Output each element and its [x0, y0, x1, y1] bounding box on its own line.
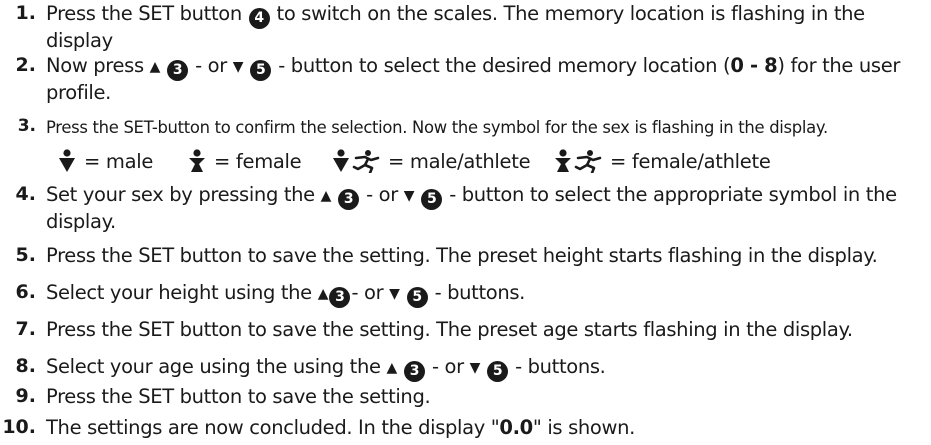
button-number-badge: 3	[329, 287, 351, 308]
down-arrow-icon: ▼	[232, 59, 244, 75]
legend-label: = male/athlete	[388, 150, 531, 173]
male-icon	[59, 149, 75, 172]
step-text: Press the SET button to save the setting…	[46, 385, 926, 408]
up-arrow-icon: ▲	[386, 360, 398, 376]
text-run: Press the SET button to save the setting…	[46, 318, 853, 341]
text-run	[397, 355, 403, 378]
text-run: - or	[360, 183, 404, 206]
button-number-badge: 5	[250, 60, 272, 81]
step-number: 10.	[2, 416, 36, 438]
step-number: 5.	[15, 244, 36, 266]
legend-item-female: = female	[188, 149, 302, 173]
legend-label: = male	[84, 150, 154, 173]
step-number: 7.	[15, 318, 36, 340]
down-arrow-icon: ▼	[389, 286, 400, 302]
text-run: The settings are now concluded. In the d…	[46, 416, 500, 439]
text-run: Select your height using the	[46, 281, 318, 304]
step-number: 8.	[15, 355, 36, 377]
text-run: - or	[351, 281, 390, 304]
step-number: 4.	[15, 183, 36, 205]
step-number: 3.	[17, 116, 36, 136]
step-text: Press the SET button to save the setting…	[46, 244, 926, 267]
step-text: Now press ▲ 3 - or ▼ 5 - button to selec…	[46, 54, 926, 104]
text-run: - buttons.	[428, 281, 526, 304]
legend-item-male-athlete: = male/athlete	[332, 149, 531, 175]
legend-item-female-athlete: = female/athlete	[554, 149, 771, 175]
text-run: Press the SET button to save the setting…	[46, 244, 878, 267]
down-arrow-icon: ▼	[469, 360, 481, 376]
button-number-badge: 3	[338, 189, 360, 210]
step-number: 1.	[15, 2, 36, 24]
bold-value: 0.0	[499, 416, 533, 439]
female-icon	[189, 149, 205, 172]
step-text: Press the SET button 4 to switch on the …	[46, 2, 926, 52]
text-run: Set your sex by pressing the	[46, 183, 321, 206]
text-run	[331, 183, 337, 206]
up-arrow-icon: ▲	[317, 286, 329, 302]
down-arrow-icon: ▼	[403, 188, 415, 204]
bold-value: 0 - 8	[730, 54, 778, 77]
text-run: Press the SET button to save the setting…	[46, 385, 431, 408]
step-text: Select your age using the using the ▲ 3 …	[46, 355, 926, 382]
text-run: Press the SET-button to confirm the sele…	[46, 118, 828, 137]
button-number-badge: 4	[248, 8, 270, 29]
button-number-badge: 3	[404, 361, 426, 382]
text-run	[160, 54, 166, 77]
text-run: Select your age using the using the	[46, 355, 387, 378]
step-text: Select your height using the ▲ 3- or ▼ 5 …	[46, 281, 926, 308]
step-text: Set your sex by pressing the ▲ 3 - or ▼ …	[46, 183, 926, 233]
legend-item-male: = male	[58, 149, 153, 173]
button-number-badge: 5	[406, 287, 428, 308]
legend-label: = female	[214, 150, 302, 173]
step-text: Press the SET button to save the setting…	[46, 318, 926, 341]
button-number-badge: 5	[421, 189, 443, 210]
text-run: - or	[426, 355, 470, 378]
button-number-badge: 3	[167, 60, 189, 81]
text-run	[400, 281, 406, 304]
text-run: Now press	[46, 54, 150, 77]
step-number: 6.	[15, 281, 36, 303]
step-text: Press the SET-button to confirm the sele…	[46, 117, 926, 139]
text-run: - or	[189, 54, 233, 77]
text-run: " is shown.	[532, 416, 635, 439]
male-athlete-icon	[333, 149, 380, 175]
up-arrow-icon: ▲	[320, 188, 332, 204]
text-run: Press the SET button	[46, 2, 248, 25]
text-run	[415, 183, 421, 206]
instruction-document: 1. Press the SET button 4 to switch on t…	[0, 0, 931, 445]
text-run: - buttons.	[509, 355, 606, 378]
legend-label: = female/athlete	[610, 150, 771, 173]
step-number: 2.	[15, 54, 36, 76]
text-run	[480, 355, 486, 378]
step-text: The settings are now concluded. In the d…	[46, 416, 926, 439]
button-number-badge: 5	[487, 361, 509, 382]
up-arrow-icon: ▲	[149, 59, 161, 75]
step-number: 9.	[15, 385, 36, 407]
text-run: - button to select the desired memory lo…	[272, 54, 731, 77]
text-run	[244, 54, 250, 77]
female-athlete-icon	[555, 149, 602, 175]
